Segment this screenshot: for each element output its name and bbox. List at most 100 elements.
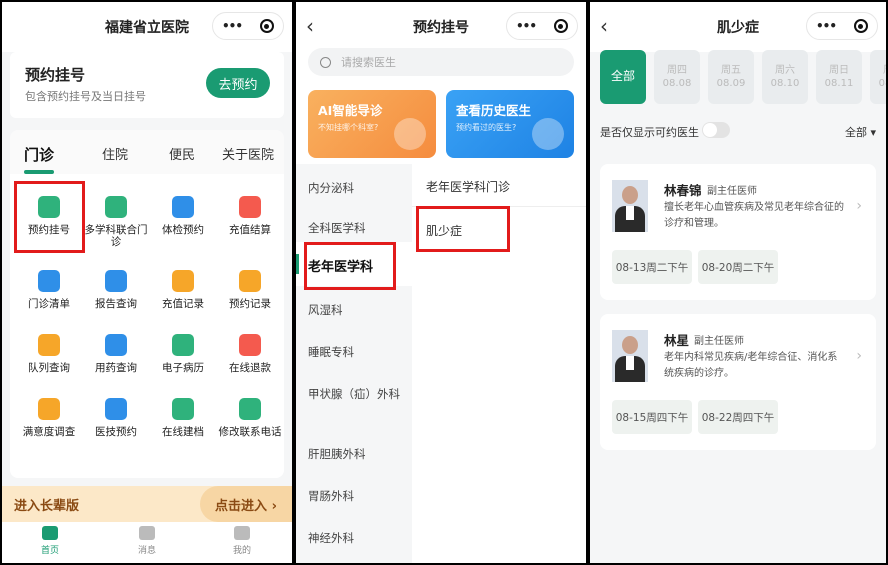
bottom-tab-home[interactable]: 首页 (30, 526, 70, 556)
date-value: 08.12 (878, 78, 886, 89)
grid-item-label: 在线退款 (229, 362, 271, 374)
grid-item-outpatient-list[interactable]: 门诊清单 (14, 270, 84, 310)
user-icon (234, 526, 250, 540)
date-option[interactable]: 周日 08.11 (816, 50, 862, 104)
grid-item-label: 满意度调查 (22, 426, 76, 438)
close-icon[interactable] (853, 19, 868, 33)
filter-dropdown[interactable]: 全部 ▾ (845, 124, 876, 140)
highlight-box (416, 206, 510, 252)
promo-title: AI智能导诊 (318, 103, 383, 118)
grid-item-online-refund[interactable]: 在线退款 (215, 334, 285, 374)
date-value: 08.09 (716, 78, 746, 89)
time-slot-button[interactable]: 08-15周四下午 (612, 400, 692, 434)
doctor-description: 擅长老年心血管疾病及常见老年综合征的诊疗和管理。 (664, 202, 844, 229)
grid-item-recharge[interactable]: 充值结算 (215, 196, 285, 236)
back-icon[interactable]: ‹ (600, 14, 608, 38)
date-value: 08.08 (662, 78, 692, 89)
department-item[interactable]: 内分泌科 (308, 180, 400, 196)
mini-program-capsule[interactable]: ••• (212, 12, 284, 40)
department-item[interactable]: 全科医学科 (308, 220, 400, 236)
plus-circle-icon (172, 398, 194, 420)
date-option[interactable]: 周四 08.08 (654, 50, 700, 104)
grid-item-appointment-record[interactable]: 预约记录 (215, 270, 285, 310)
tab-outpatient[interactable]: 门诊 (24, 144, 54, 165)
grid-item-label: 电子病历 (162, 362, 204, 374)
card-icon (239, 270, 261, 292)
date-option[interactable]: 周五 08.09 (708, 50, 754, 104)
selected-indicator (296, 254, 299, 274)
history-doctor-card[interactable]: 查看历史医生 预约看过的医生? (446, 90, 574, 158)
grid-item-label: 预约记录 (229, 298, 271, 310)
grid-item-emr[interactable]: 电子病历 (148, 334, 218, 374)
grid-item-label: 充值结算 (229, 224, 271, 236)
date-day: 周一 (870, 64, 886, 77)
department-item[interactable]: 睡眠专科 (308, 344, 400, 360)
grid-item-report-query[interactable]: 报告查询 (81, 270, 151, 310)
grid-item-multidisciplinary[interactable]: 多学科联合门诊 (81, 196, 151, 248)
grid-item-queue-query[interactable]: 队列查询 (14, 334, 84, 374)
back-icon[interactable]: ‹ (306, 14, 314, 38)
elder-mode-banner[interactable]: 进入长辈版 点击进入 › (2, 486, 292, 522)
bottom-tab-messages[interactable]: 消息 (127, 526, 167, 556)
elder-mode-enter-button[interactable]: 点击进入 › (200, 486, 292, 522)
department-item[interactable]: 神经外科 (308, 530, 400, 546)
tab-about[interactable]: 关于医院 (222, 144, 274, 163)
grid-item-checkup[interactable]: 体检预约 (148, 196, 218, 236)
grid-item-medtech-appointment[interactable]: 医技预约 (81, 398, 151, 438)
sub-department-item[interactable]: 老年医学科门诊 (426, 178, 510, 195)
time-slot-button[interactable]: 08-13周二下午 (612, 250, 692, 284)
more-icon[interactable]: ••• (222, 19, 243, 33)
chevron-right-icon: › (856, 348, 862, 364)
home-icon (42, 526, 58, 540)
time-slot-button[interactable]: 08-20周二下午 (698, 250, 778, 284)
close-icon[interactable] (259, 19, 274, 33)
document-icon (172, 196, 194, 218)
close-icon[interactable] (553, 19, 568, 33)
date-day: 周五 (721, 65, 741, 76)
doctor-card[interactable]: 林星 副主任医师 老年内科常见疾病/老年综合征、消化系统疾病的诊疗。 › 08-15周四… (600, 314, 876, 450)
refund-icon (239, 334, 261, 356)
date-option[interactable]: 全部 (600, 50, 646, 104)
bottom-tab-profile[interactable]: 我的 (222, 526, 262, 556)
avatar-shirt (626, 356, 634, 370)
department-item[interactable]: 甲状腺（疝）外科 (308, 386, 400, 402)
ai-guide-card[interactable]: AI智能导诊 不知挂哪个科室? (308, 90, 436, 158)
department-item[interactable]: 风湿科 (308, 302, 400, 318)
available-only-label: 是否仅显示可约医生 (600, 126, 699, 139)
calendar-check-icon (105, 196, 127, 218)
tab-inpatient[interactable]: 住院 (102, 144, 128, 163)
grid-item-label: 充值记录 (162, 298, 204, 310)
highlight-box (14, 181, 85, 253)
card-icon (172, 270, 194, 292)
grid-item-online-profile[interactable]: 在线建档 (148, 398, 218, 438)
grid-item-satisfaction-survey[interactable]: 满意度调查 (14, 398, 84, 438)
bottom-tab-label: 我的 (232, 546, 251, 556)
grid-item-medication-query[interactable]: 用药查询 (81, 334, 151, 374)
service-tabs: 门诊 住院 便民 关于医院 (10, 130, 284, 176)
doctor-card[interactable]: 林春锦 副主任医师 擅长老年心血管疾病及常见老年综合征的诊疗和管理。 › 08-13周二… (600, 164, 876, 300)
grid-item-label: 体检预约 (162, 224, 204, 236)
grid-item-modify-phone[interactable]: 修改联系电话 (215, 398, 285, 438)
go-appointment-button[interactable]: 去预约 (206, 68, 270, 98)
more-icon[interactable]: ••• (816, 19, 837, 33)
doctor-search-input[interactable]: 请搜索医生 (308, 48, 574, 76)
date-option[interactable]: 周一08.12 (870, 50, 886, 104)
promo-subtitle: 预约看过的医生? (456, 123, 517, 132)
available-only-toggle[interactable] (702, 122, 730, 138)
bottom-tab-bar: 首页 消息 我的 (2, 522, 292, 563)
grid-item-recharge-record[interactable]: 充值记录 (148, 270, 218, 310)
department-item[interactable]: 肝胆胰外科 (308, 446, 400, 462)
department-item[interactable]: 胃肠外科 (308, 488, 400, 504)
more-icon[interactable]: ••• (516, 19, 537, 33)
date-option[interactable]: 周六 08.10 (762, 50, 808, 104)
mini-program-capsule[interactable]: ••• (806, 12, 878, 40)
edit-icon (38, 398, 60, 420)
tab-convenience[interactable]: 便民 (169, 144, 195, 163)
stethoscope-icon (105, 398, 127, 420)
pill-icon (105, 334, 127, 356)
mini-program-capsule[interactable]: ••• (506, 12, 578, 40)
time-slot-button[interactable]: 08-22周四下午 (698, 400, 778, 434)
bottom-tab-label: 首页 (40, 546, 59, 556)
date-day: 周日 (829, 65, 849, 76)
search-placeholder: 请搜索医生 (341, 56, 396, 69)
